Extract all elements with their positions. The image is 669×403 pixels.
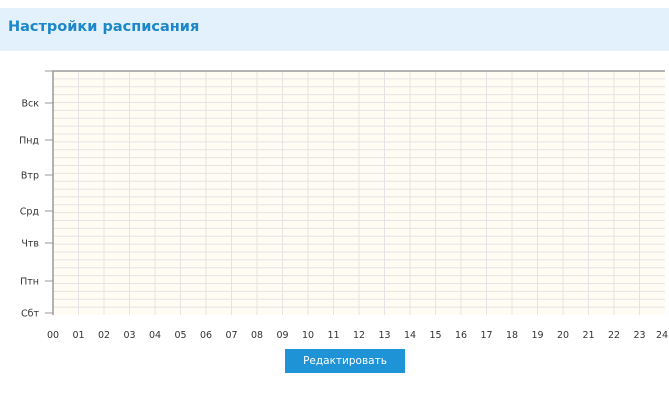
hour-label: 08	[251, 330, 263, 341]
hour-label: 07	[225, 330, 237, 341]
hour-label: 01	[72, 330, 84, 341]
hour-label: 15	[429, 330, 441, 341]
hour-label: 19	[531, 330, 543, 341]
hour-label: 14	[404, 330, 416, 341]
day-label: Сбт	[21, 309, 39, 320]
hour-label: 21	[582, 330, 594, 341]
hour-label: 13	[378, 330, 390, 341]
hour-label: 24	[656, 330, 668, 341]
hour-label: 03	[123, 330, 135, 341]
hour-label: 11	[327, 330, 339, 341]
hour-label: 22	[608, 330, 620, 341]
day-label: Срд	[20, 207, 40, 218]
day-label: Чтв	[21, 239, 39, 250]
hour-label: 09	[276, 330, 288, 341]
hour-label: 18	[506, 330, 518, 341]
day-label: Птн	[20, 277, 39, 288]
hour-label: 02	[98, 330, 110, 341]
schedule-grid[interactable]: Вск Пнд Втр Срд Чтв Птн Сбт 00 01 02 03 04 05 06 07 08…	[0, 0, 669, 403]
hour-label: 10	[302, 330, 314, 341]
hour-label: 17	[480, 330, 492, 341]
hour-label: 12	[353, 330, 365, 341]
hour-label: 00	[47, 330, 59, 341]
hour-label: 04	[149, 330, 161, 341]
edit-button[interactable]: Редактировать	[285, 349, 405, 373]
hour-label: 16	[455, 330, 467, 341]
hour-label: 20	[557, 330, 569, 341]
day-label: Пнд	[19, 136, 39, 147]
hour-label: 23	[633, 330, 645, 341]
day-label: Вск	[22, 99, 40, 110]
hour-label: 06	[200, 330, 212, 341]
day-label: Втр	[21, 171, 39, 182]
hour-label: 05	[174, 330, 186, 341]
